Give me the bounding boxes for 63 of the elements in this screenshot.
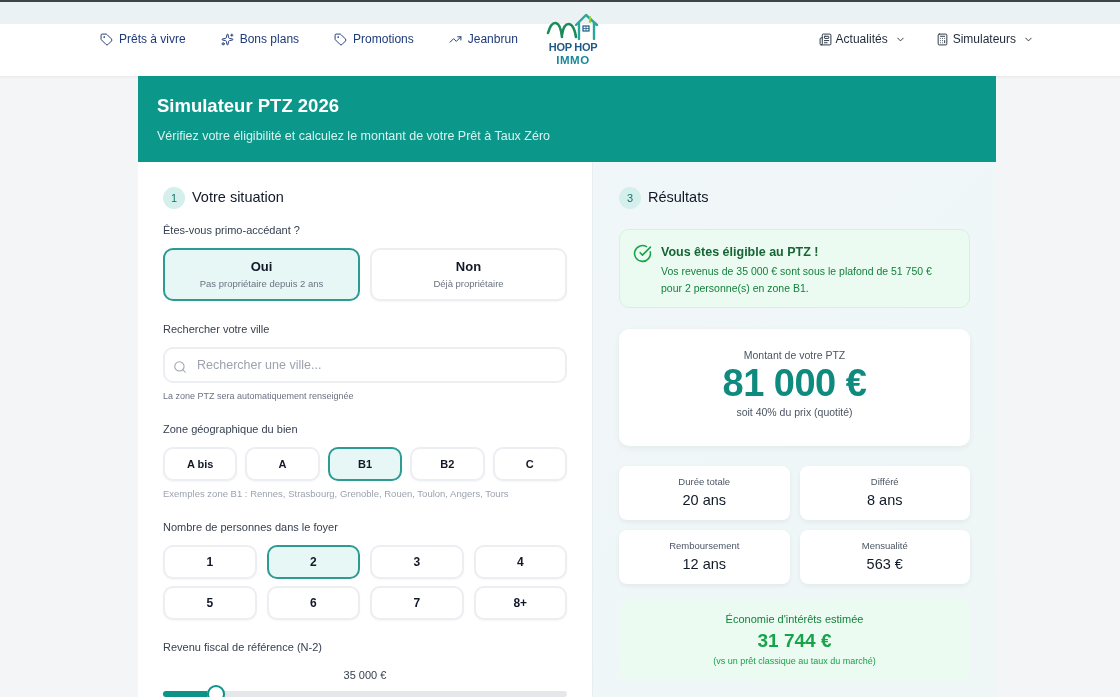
stat-value: 8 ans bbox=[867, 491, 903, 509]
zone-option[interactable]: B2 bbox=[410, 447, 485, 481]
household-size-option[interactable]: 7 bbox=[370, 586, 464, 620]
dropdown-menu-button[interactable]: Actualités bbox=[818, 30, 906, 48]
tag-icon bbox=[100, 32, 113, 46]
zone-option[interactable]: A bbox=[245, 447, 320, 481]
city-search-field[interactable]: Rechercher une ville... bbox=[163, 347, 567, 383]
amount-value: 81 000 € bbox=[722, 362, 867, 404]
step-number: 3 bbox=[619, 187, 641, 209]
savings-note: (vs un prêt classique au taux du marché) bbox=[713, 655, 876, 667]
calculator-icon bbox=[935, 32, 949, 46]
sparkles-icon bbox=[220, 32, 234, 46]
choice-option[interactable]: Oui Pas propriétaire depuis 2 ans bbox=[163, 248, 360, 301]
slider-reading: 35 000 € bbox=[342, 668, 388, 682]
stat-value: 20 ans bbox=[682, 491, 726, 509]
eligibility-message: Vos revenus de 35 000 € sont sous le plafond de 51 750 € pour 2 personne(s) en zone B1. bbox=[661, 264, 933, 296]
household-size-option[interactable]: 6 bbox=[266, 586, 360, 620]
newspaper-icon bbox=[818, 32, 832, 46]
step-number: 1 bbox=[163, 187, 185, 209]
nav-link[interactable]: Prêts à vivre bbox=[100, 30, 186, 48]
savings-label: Économie d'intérêts estimée bbox=[725, 612, 864, 626]
amount-note: soit 40% du prix (quotité) bbox=[736, 405, 853, 419]
amount-label: Montant de votre PTZ bbox=[743, 348, 846, 362]
field-label: Revenu fiscal de référence (N-2) bbox=[163, 640, 323, 654]
tag-icon bbox=[334, 32, 348, 46]
check-circle-icon bbox=[633, 244, 652, 263]
simulator-title: Simulateur PTZ 2026 bbox=[157, 94, 340, 118]
field-hint: La zone PTZ sera automatiquement renseignée bbox=[163, 390, 355, 402]
field-label: Rechercher votre ville bbox=[163, 322, 271, 336]
dropdown-menu-button[interactable]: Simulateurs bbox=[935, 30, 1034, 48]
stat-label: Remboursement bbox=[669, 540, 740, 552]
nav-link[interactable]: Bons plans bbox=[220, 30, 300, 48]
choice-option[interactable]: Non Déjà propriétaire bbox=[370, 248, 567, 301]
field-label: Êtes-vous primo-accédant ? bbox=[163, 223, 301, 237]
field-label: Zone géographique du bien bbox=[163, 422, 299, 436]
household-size-option[interactable]: 8+ bbox=[473, 586, 567, 620]
stat-label: Durée totale bbox=[678, 476, 731, 488]
eligibility-title: Vous êtes éligible au PTZ ! bbox=[661, 244, 820, 260]
household-size-option[interactable]: 4 bbox=[473, 545, 567, 579]
slider-thumb[interactable] bbox=[206, 685, 225, 697]
stat-value: 563 € bbox=[866, 555, 903, 573]
nav-link[interactable]: Promotions bbox=[334, 30, 414, 48]
logo-house-icon bbox=[546, 13, 600, 40]
stat-value: 12 ans bbox=[682, 555, 726, 573]
stat-label: Mensualité bbox=[861, 540, 908, 552]
savings-value: 31 744 € bbox=[757, 629, 832, 653]
simulator-subtitle: Vérifiez votre éligibilité et calculez le montant de votre Prêt à Taux Zéro bbox=[157, 128, 552, 144]
search-icon bbox=[173, 360, 187, 374]
section-title: Résultats bbox=[648, 188, 709, 208]
household-size-option[interactable]: 5 bbox=[163, 586, 257, 620]
section-title: Votre situation bbox=[192, 188, 284, 208]
logo-text: IMMO bbox=[556, 54, 590, 67]
stat-label: Différé bbox=[870, 476, 899, 488]
field-hint: Exemples zone B1 : Rennes, Strasbourg, Grenoble, Rouen, Toulon, Angers, Tours bbox=[163, 488, 510, 500]
nav-link[interactable]: Jeanbrun bbox=[448, 30, 518, 48]
zone-option[interactable]: B1 bbox=[327, 447, 403, 481]
zone-option[interactable]: A bis bbox=[163, 447, 238, 481]
logo-text: HOP HOP bbox=[548, 40, 598, 54]
zone-option[interactable]: C bbox=[492, 447, 567, 481]
field-label: Nombre de personnes dans le foyer bbox=[163, 520, 339, 534]
household-size-option[interactable]: 2 bbox=[266, 545, 360, 579]
household-size-option[interactable]: 3 bbox=[370, 545, 464, 579]
household-size-option[interactable]: 1 bbox=[163, 545, 257, 579]
